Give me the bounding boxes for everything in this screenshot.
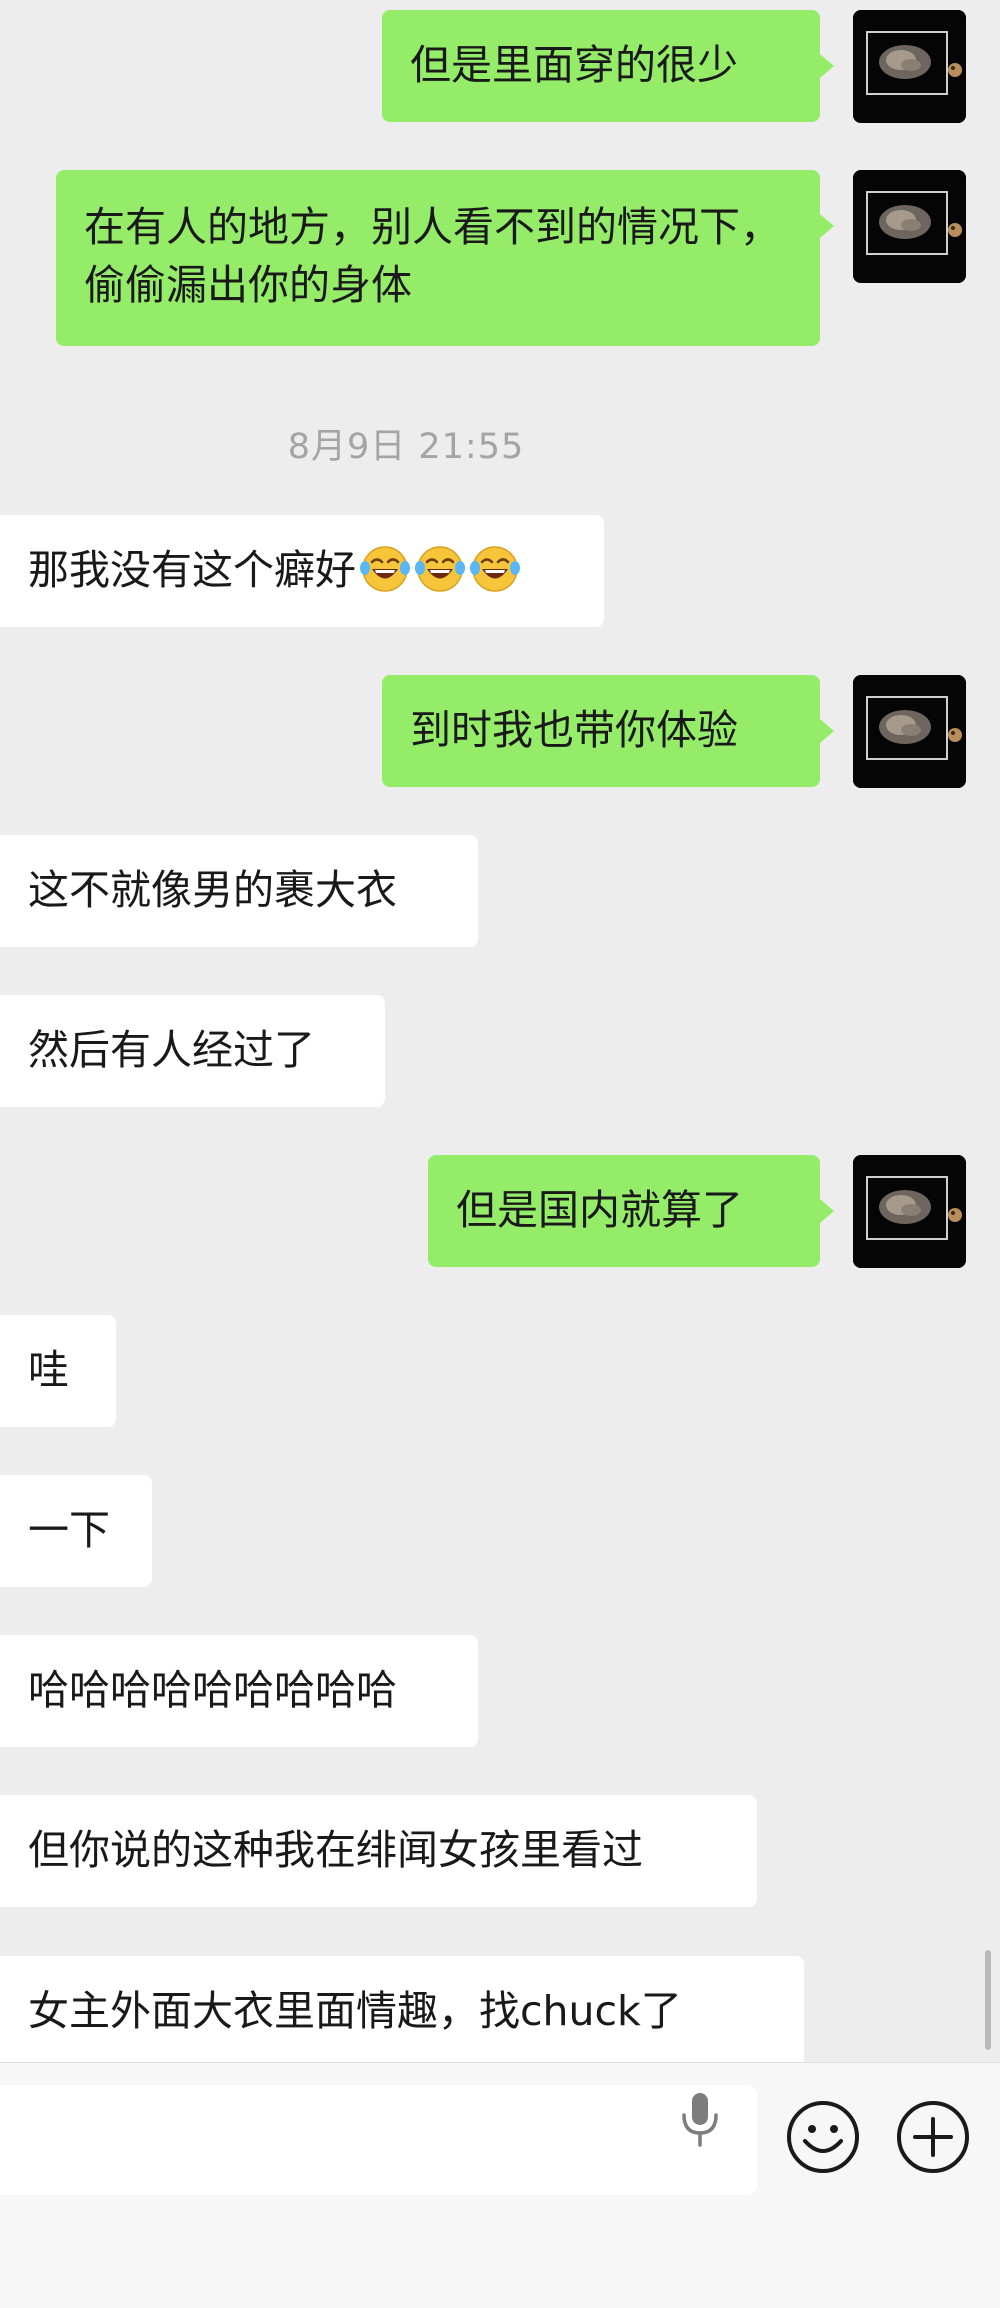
- incoming-message[interactable]: 这不就像男的裹大衣: [0, 835, 478, 947]
- input-bar: [0, 2062, 1000, 2308]
- message-text: 哈哈哈哈哈哈哈哈哈: [28, 1666, 397, 1714]
- incoming-message[interactable]: 那我没有这个癖好: [0, 515, 604, 627]
- message-input[interactable]: [0, 2085, 757, 2195]
- incoming-message[interactable]: 但你说的这种我在绯闻女孩里看过: [0, 1795, 757, 1907]
- incoming-message[interactable]: 女主外面大衣里面情趣，找chuck了: [0, 1956, 804, 2062]
- my-avatar[interactable]: [853, 170, 966, 283]
- avatar-image: [853, 10, 966, 123]
- message-text: 女主外面大衣里面情趣，找chuck了: [28, 1987, 682, 2035]
- tears-of-joy-emoji-icon: [414, 542, 466, 594]
- my-avatar[interactable]: [853, 10, 966, 123]
- my-avatar[interactable]: [853, 1155, 966, 1268]
- incoming-message[interactable]: 哇: [0, 1315, 116, 1427]
- message-text: 哇: [28, 1346, 69, 1394]
- microphone-icon[interactable]: [670, 2085, 730, 2153]
- avatar-image: [853, 170, 966, 283]
- incoming-message[interactable]: 哈哈哈哈哈哈哈哈哈: [0, 1635, 478, 1747]
- outgoing-message[interactable]: 在有人的地方，别人看不到的情况下，偷偷漏出你的身体: [56, 170, 834, 346]
- message-text: 然后有人经过了: [28, 1026, 315, 1074]
- tears-of-joy-emoji-icon: [469, 542, 521, 594]
- message-text: 但你说的这种我在绯闻女孩里看过: [28, 1826, 643, 1874]
- message-text: 那我没有这个癖好: [28, 546, 356, 594]
- smiley-face-icon[interactable]: [785, 2099, 861, 2175]
- message-text: 到时我也带你体验: [410, 706, 738, 754]
- message-text: 这不就像男的裹大衣: [28, 866, 397, 914]
- avatar-image: [853, 675, 966, 788]
- avatar-image: [853, 1155, 966, 1268]
- outgoing-message[interactable]: 但是里面穿的很少: [382, 10, 834, 122]
- chat-scrollbar[interactable]: [985, 1950, 991, 2050]
- chat-area[interactable]: 但是里面穿的很少 在有人的地方，别人看不到的情况下，偷偷漏出你的身体 8月9日 …: [0, 0, 1000, 2062]
- my-avatar[interactable]: [853, 675, 966, 788]
- incoming-message[interactable]: 然后有人经过了: [0, 995, 385, 1107]
- outgoing-message[interactable]: 但是国内就算了: [428, 1155, 834, 1267]
- message-text: 但是里面穿的很少: [410, 41, 738, 89]
- message-text: 一下: [28, 1506, 110, 1554]
- incoming-message[interactable]: 一下: [0, 1475, 152, 1587]
- message-text: 但是国内就算了: [456, 1186, 743, 1234]
- message-text: 在有人的地方，别人看不到的情况下，偷偷漏出你的身体: [84, 203, 781, 309]
- message-timestamp: 8月9日 21:55: [287, 427, 525, 467]
- tears-of-joy-emoji-icon: [359, 542, 411, 594]
- plus-circle-icon[interactable]: [895, 2099, 971, 2175]
- outgoing-message[interactable]: 到时我也带你体验: [382, 675, 834, 787]
